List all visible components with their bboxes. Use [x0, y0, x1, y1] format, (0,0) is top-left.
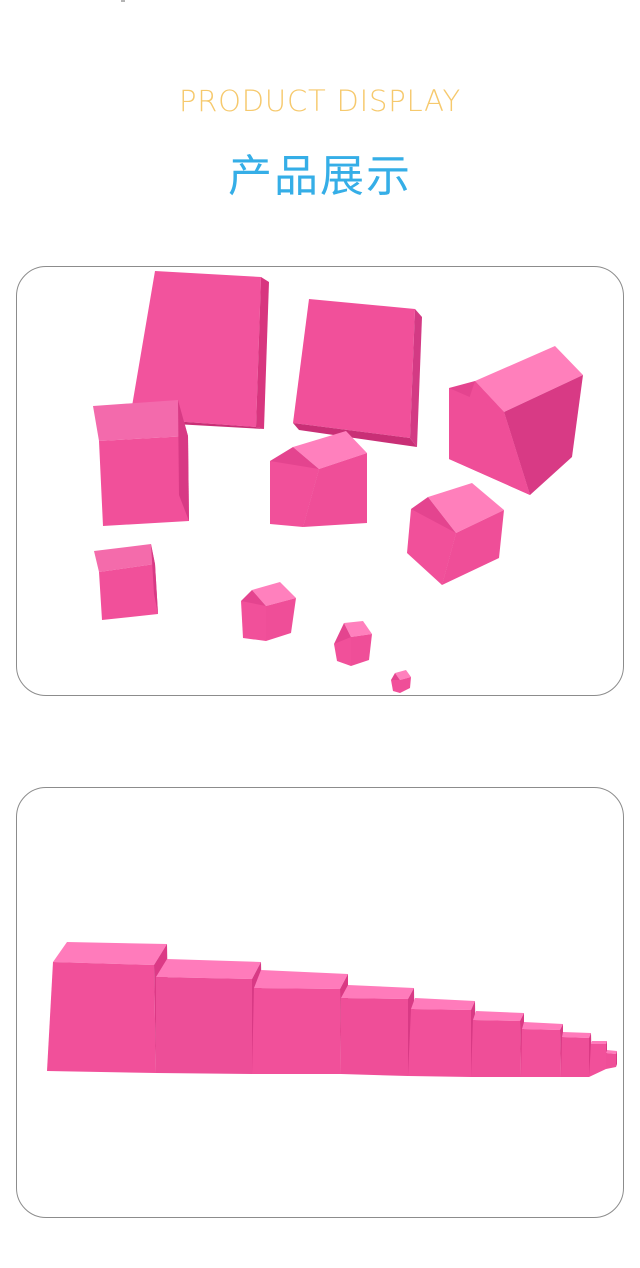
pink-cube	[407, 483, 504, 585]
pink-cubes-row-illustration	[47, 942, 617, 1077]
product-photo-panel-row	[16, 787, 624, 1218]
product-display-chinese-title: 产品展示	[228, 151, 412, 202]
pink-cube	[94, 544, 158, 620]
pink-cube	[334, 621, 372, 666]
pink-cube	[241, 582, 296, 641]
top-hairline-mark	[121, 0, 125, 2]
pink-cube	[391, 670, 411, 693]
pink-cube-row	[47, 942, 617, 1077]
pink-cube	[449, 346, 583, 495]
product-display-title: PRODUCT DISPLAY	[178, 84, 462, 118]
product-photo-panel-scattered	[16, 266, 624, 696]
pink-cube	[270, 431, 367, 527]
pink-cube	[293, 299, 422, 447]
pink-cube	[93, 400, 189, 526]
scattered-pink-cubes-illustration	[93, 271, 583, 693]
